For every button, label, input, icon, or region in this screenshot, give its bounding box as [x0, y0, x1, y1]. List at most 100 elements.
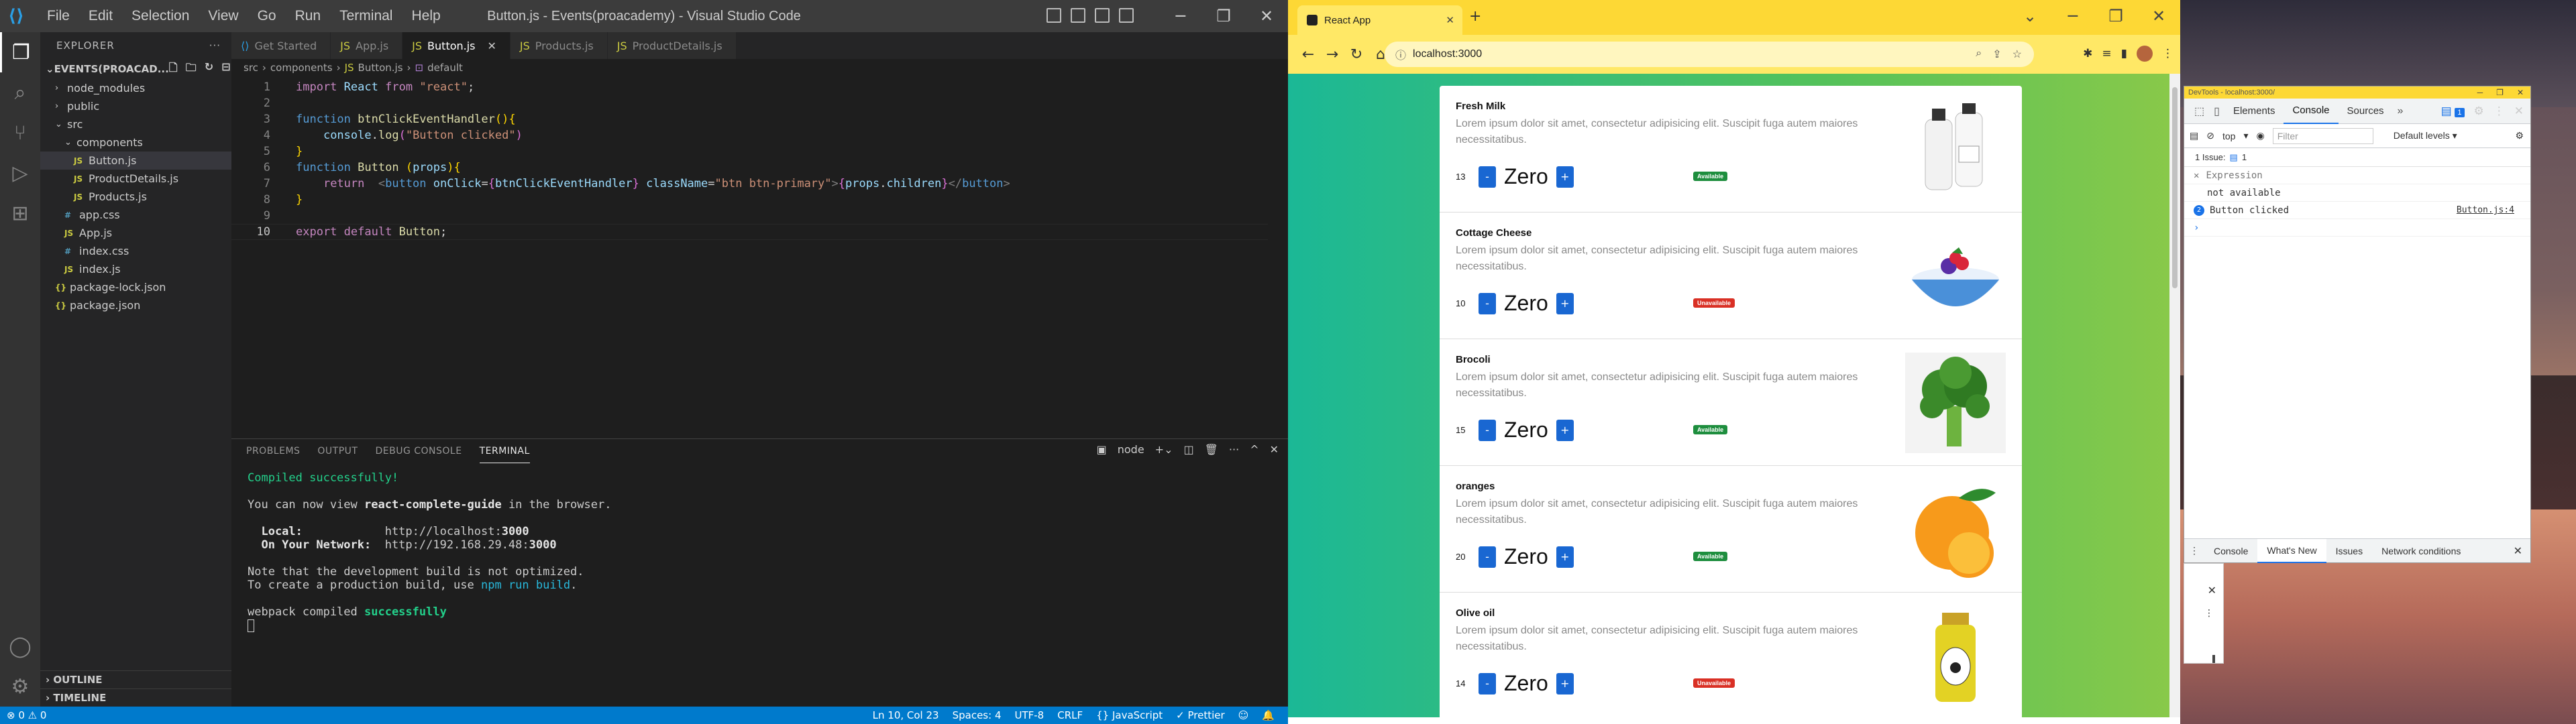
settings-gear-icon[interactable]: ⚙ — [2474, 105, 2484, 118]
file-tree-item[interactable]: JS Products.js — [40, 188, 231, 206]
inspect-element-icon[interactable]: ⬚ — [2190, 105, 2209, 118]
close-icon[interactable]: ✕ — [2517, 88, 2524, 97]
chevron-down-icon[interactable]: ⌄ — [2008, 0, 2051, 32]
console-settings-gear-icon[interactable]: ⚙ — [2515, 130, 2530, 141]
outline-section[interactable]: › OUTLINE — [40, 670, 231, 688]
search-icon[interactable]: ⌕ — [1976, 48, 1982, 61]
address-bar[interactable]: ⓘ localhost:3000 ⌕ ⇪ ☆ — [1385, 42, 2034, 67]
increment-button[interactable]: + — [1556, 546, 1574, 568]
sidebar-toggle-icon[interactable]: ▤ — [2190, 130, 2198, 141]
restore-icon[interactable]: ❐ — [2496, 88, 2504, 97]
close-icon[interactable]: ✕ — [2514, 105, 2524, 118]
browser-tab[interactable]: React App ✕ — [1297, 5, 1462, 35]
close-icon[interactable]: ✕ — [2137, 0, 2180, 32]
breadcrumb-item[interactable]: default — [427, 62, 463, 74]
log-source-link[interactable]: Button.js:4 — [2457, 205, 2530, 215]
menu-selection[interactable]: Selection — [122, 8, 199, 24]
close-tab-icon[interactable]: ✕ — [1446, 14, 1454, 26]
forward-arrow-icon[interactable]: → — [1320, 46, 1344, 63]
drawer-tab[interactable]: Issues — [2326, 539, 2372, 563]
file-tree-item[interactable]: JS Button.js — [40, 152, 231, 170]
settings-gear-icon[interactable]: ⚙ — [0, 666, 40, 707]
toggle-secondary-sidebar-icon[interactable] — [1095, 8, 1110, 23]
new-terminal-icon[interactable]: +⌄ — [1155, 443, 1173, 456]
close-icon[interactable]: ✕ — [2194, 170, 2199, 181]
kill-terminal-icon[interactable]: 🗑 — [1205, 443, 1218, 456]
context-selector[interactable]: top — [2222, 131, 2235, 141]
devtools-tab-console[interactable]: Console — [2284, 99, 2339, 124]
menu-edit[interactable]: Edit — [79, 8, 122, 24]
close-drawer-icon[interactable]: ✕ — [2514, 544, 2530, 558]
issues-indicator[interactable]: ▤ 1 — [2441, 105, 2465, 118]
more-options-icon[interactable]: ⋮ — [2204, 608, 2214, 619]
source-control-icon[interactable]: ⑂ — [0, 113, 40, 153]
menu-run[interactable]: Run — [286, 8, 331, 24]
file-tree-item[interactable]: {} package-lock.json — [40, 278, 231, 296]
more-actions-icon[interactable]: ··· — [209, 40, 221, 52]
extension-puzzle-icon[interactable]: ✱ — [2083, 47, 2092, 60]
filter-input[interactable]: Filter — [2272, 127, 2373, 144]
issues-bar[interactable]: 1 Issue: ▤ 1 — [2184, 148, 2530, 167]
decrement-button[interactable]: - — [1479, 419, 1496, 441]
menu-terminal[interactable]: Terminal — [330, 8, 402, 24]
maximize-panel-icon[interactable]: ^ — [1250, 443, 1258, 456]
increment-button[interactable]: + — [1556, 166, 1574, 188]
eol-status[interactable]: CRLF — [1057, 709, 1083, 721]
collapse-all-icon[interactable]: ⊟ — [221, 60, 230, 78]
minimize-icon[interactable]: ─ — [2477, 88, 2483, 97]
drawer-menu-icon[interactable]: ⋮ — [2184, 545, 2204, 556]
panel-tab-debug-console[interactable]: DEBUG CONSOLE — [375, 439, 462, 463]
terminal-shell-name[interactable]: node — [1118, 443, 1144, 456]
file-tree-item[interactable]: # app.css — [40, 206, 231, 224]
prettier-status[interactable]: ✓ Prettier — [1176, 709, 1225, 721]
more-options-icon[interactable]: ⋮ — [2493, 105, 2505, 118]
live-expression[interactable]: ✕ Expression — [2184, 167, 2530, 184]
customize-layout-icon[interactable] — [1119, 8, 1134, 23]
split-terminal-icon[interactable]: ◫ — [1183, 443, 1193, 456]
file-tree-item[interactable]: ⌄ src — [40, 115, 231, 133]
file-tree-item[interactable]: {} package.json — [40, 296, 231, 314]
live-expression-eye-icon[interactable]: ◉ — [2256, 130, 2264, 141]
chrome-menu-icon[interactable]: ⋮ — [2162, 47, 2174, 60]
new-folder-icon[interactable]: 🗀 — [186, 60, 197, 78]
menu-file[interactable]: File — [38, 8, 79, 24]
device-toolbar-icon[interactable]: ▯ — [2209, 105, 2224, 118]
cursor-position[interactable]: Ln 10, Col 23 — [873, 709, 939, 721]
decrement-button[interactable]: - — [1479, 672, 1496, 695]
new-tab-icon[interactable]: + — [1469, 8, 1481, 25]
editor-tab[interactable]: ⟨⟩ Get Started — [231, 32, 331, 59]
menu-help[interactable]: Help — [402, 8, 449, 24]
toggle-sidebar-icon[interactable] — [1046, 8, 1061, 23]
site-info-icon[interactable]: ⓘ — [1395, 46, 1406, 62]
explorer-icon[interactable]: ❐ — [0, 32, 40, 72]
search-icon[interactable]: ⌕ — [0, 72, 40, 113]
breadcrumb-item[interactable]: components — [270, 62, 333, 74]
drawer-tab[interactable]: Console — [2204, 539, 2257, 563]
share-icon[interactable]: ⇪ — [1992, 48, 2001, 61]
extensions-icon[interactable]: ⊞ — [0, 193, 40, 233]
notifications-bell-icon[interactable]: 🔔 — [1262, 709, 1275, 721]
devtools-tab-sources[interactable]: Sources — [2339, 99, 2393, 124]
increment-button[interactable]: + — [1556, 292, 1574, 314]
file-tree-item[interactable]: # index.css — [40, 242, 231, 260]
more-tabs-icon[interactable]: » — [2393, 105, 2408, 117]
bookmark-star-icon[interactable]: ☆ — [2012, 48, 2022, 61]
restore-icon[interactable]: ❐ — [1202, 0, 1245, 32]
close-tab-icon[interactable]: ✕ — [488, 40, 496, 52]
menu-go[interactable]: Go — [248, 8, 286, 24]
language-mode[interactable]: {} JavaScript — [1096, 709, 1163, 721]
terminal-output[interactable]: Compiled successfully! You can now view … — [231, 463, 1288, 640]
problems-status[interactable]: ⊗ 0 ⚠ 0 — [7, 709, 46, 721]
console-prompt[interactable]: › — [2184, 219, 2530, 237]
drawer-tab[interactable]: What's New — [2257, 538, 2326, 563]
panel-tab-output[interactable]: OUTPUT — [317, 439, 358, 463]
file-tree-item[interactable]: › public — [40, 97, 231, 115]
decrement-button[interactable]: - — [1479, 292, 1496, 314]
decrement-button[interactable]: - — [1479, 166, 1496, 188]
account-icon[interactable]: ◯ — [0, 626, 40, 666]
scrollbar-thumb[interactable] — [2172, 87, 2178, 288]
log-levels-dropdown[interactable]: Default levels ▾ — [2394, 130, 2457, 141]
new-file-icon[interactable]: 🗋 — [169, 60, 178, 78]
minimize-icon[interactable]: ─ — [1159, 0, 1202, 32]
run-debug-icon[interactable]: ▷ — [0, 153, 40, 193]
